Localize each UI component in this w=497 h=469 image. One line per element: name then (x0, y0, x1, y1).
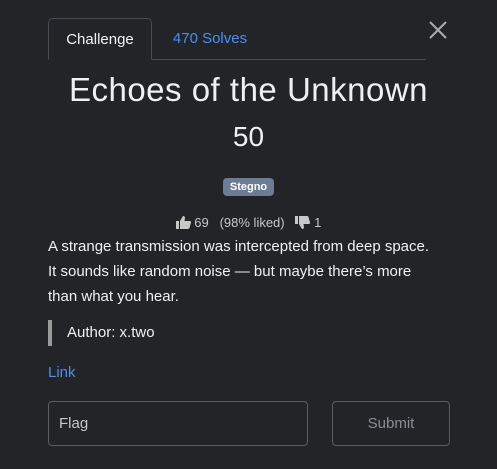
close-button[interactable] (427, 19, 449, 41)
thumbs-up-icon[interactable] (175, 216, 191, 230)
challenge-description: A strange transmission was intercepted f… (48, 234, 468, 309)
close-icon (429, 21, 447, 39)
flag-input[interactable] (48, 401, 308, 446)
description-line: than what you hear. (48, 288, 179, 305)
tab-challenge[interactable]: Challenge (48, 18, 152, 60)
description-line: A strange transmission was intercepted f… (48, 238, 430, 255)
challenge-title: Echoes of the Unknown (68, 71, 429, 108)
tab-solves[interactable]: 470 Solves (160, 18, 260, 59)
thumbs-down-icon[interactable] (295, 216, 311, 230)
description-line: It sounds like random noise — but maybe … (48, 263, 412, 280)
submit-button[interactable]: Submit (332, 401, 450, 446)
category-tag-row: Stegno (0, 177, 497, 196)
likes-count: 69 (194, 215, 209, 231)
liked-percentage: (98% liked) (219, 215, 285, 231)
ratings-row: 69 (98% liked) 1 (0, 214, 497, 230)
modal-tabs: Challenge 470 Solves (48, 18, 426, 60)
challenge-link[interactable]: Link (48, 364, 76, 381)
challenge-points: 50 (232, 121, 265, 152)
category-badge: Stegno (222, 178, 275, 196)
author-blockquote: Author: x.two (48, 320, 155, 346)
dislikes-count: 1 (314, 215, 322, 231)
